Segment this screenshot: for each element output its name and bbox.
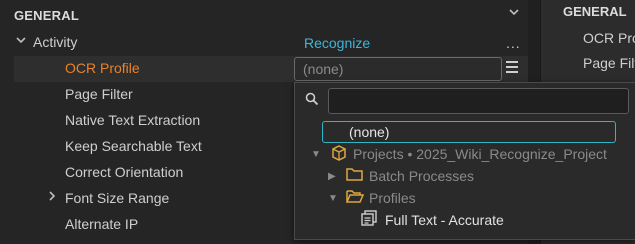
property-row-activity[interactable]: Activity xyxy=(14,30,528,56)
property-label: Alternate IP xyxy=(65,216,139,232)
secondary-item[interactable]: Page Filter xyxy=(583,55,635,71)
property-label: Activity xyxy=(33,34,78,50)
property-label: Font Size Range xyxy=(65,190,170,206)
tree-item-project[interactable]: Projects • 2025_Wiki_Recognize_Project xyxy=(353,146,607,168)
cube-icon xyxy=(331,145,347,164)
open-folder-icon xyxy=(345,189,365,206)
property-label: Native Text Extraction xyxy=(65,112,201,128)
option-none[interactable]: (none) xyxy=(322,121,616,143)
search-icon xyxy=(305,92,319,106)
ocr-profile-field[interactable]: (none) xyxy=(294,57,502,81)
property-label: Page Filter xyxy=(65,86,133,102)
expand-arrow-icon[interactable]: ▶ xyxy=(328,171,336,182)
tree-item-profiles[interactable]: Profiles xyxy=(369,190,416,212)
secondary-section-title: GENERAL xyxy=(563,4,627,19)
collapse-arrow-icon[interactable]: ▼ xyxy=(311,149,321,160)
section-title: GENERAL xyxy=(14,8,79,23)
ocr-profile-dropdown: (none) ▼ Projects • 2025_Wiki_Recognize_… xyxy=(294,82,635,240)
expand-arrow-icon[interactable] xyxy=(47,191,57,204)
collapse-arrow-icon[interactable]: ▼ xyxy=(328,193,338,204)
activity-value[interactable]: Recognize xyxy=(304,35,370,51)
property-label: OCR Profile xyxy=(65,60,140,76)
expand-arrow-icon[interactable] xyxy=(16,35,26,48)
tree-item-full-text-accurate[interactable]: Full Text - Accurate xyxy=(385,212,504,234)
folder-icon xyxy=(346,167,363,184)
ocr-profile-value: (none) xyxy=(303,61,344,77)
secondary-item[interactable]: OCR Profile xyxy=(583,30,635,46)
dropdown-search-input[interactable] xyxy=(328,88,629,114)
more-options-button[interactable]: ... xyxy=(506,35,521,51)
tree-item-batch-processes[interactable]: Batch Processes xyxy=(369,168,474,190)
chevron-down-icon[interactable] xyxy=(509,6,519,20)
document-stack-icon xyxy=(361,210,377,229)
property-label: Keep Searchable Text xyxy=(65,138,202,154)
menu-icon[interactable] xyxy=(506,61,518,76)
property-label: Correct Orientation xyxy=(65,164,184,180)
